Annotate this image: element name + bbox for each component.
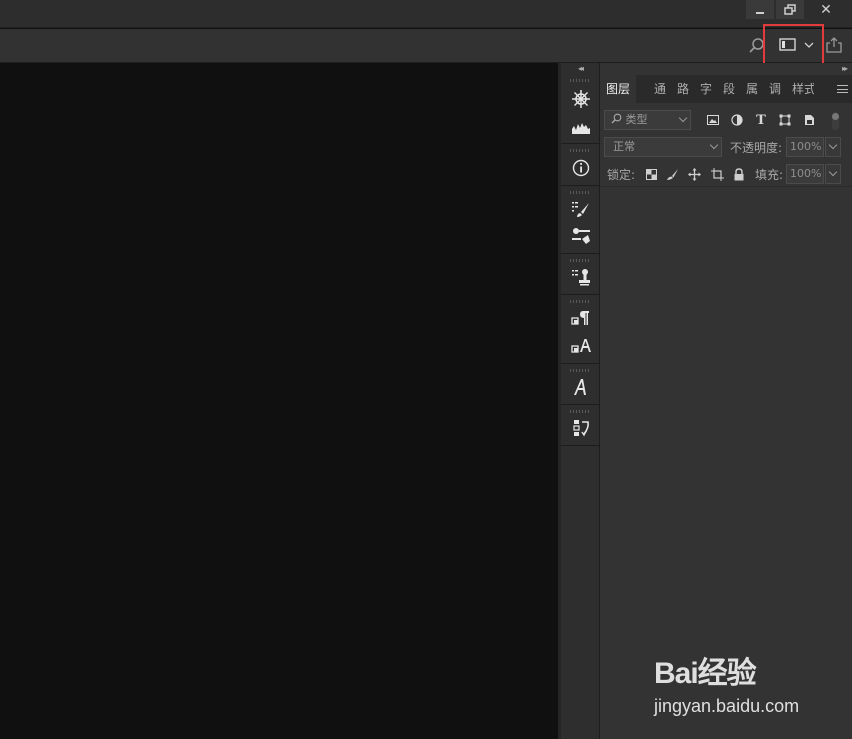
search-icon [611, 113, 622, 124]
tab-styles[interactable]: 样式 [792, 75, 814, 103]
glyphs-icon [574, 379, 586, 395]
adjustment-filter-icon[interactable] [730, 113, 744, 127]
character-styles-button[interactable] [569, 335, 593, 357]
chevron-down-icon [828, 167, 838, 177]
blend-mode-select[interactable]: 正常 [604, 137, 722, 157]
tool-presets-icon [572, 228, 590, 244]
filter-kind-select[interactable]: 类型 [604, 110, 691, 130]
separator [561, 143, 600, 144]
panel-grip[interactable] [570, 259, 590, 262]
info-icon [572, 159, 590, 177]
fill-dropdown[interactable] [825, 164, 841, 184]
clone-source-button[interactable] [569, 266, 593, 288]
tab-layers[interactable]: 图层 [600, 75, 637, 103]
blend-opacity-row: 正常 不透明度: 100% [600, 134, 852, 160]
panel-grip[interactable] [570, 369, 590, 372]
lock-fill-row: 锁定: 填充: 100% [600, 161, 852, 187]
clone-source-icon [572, 269, 590, 286]
layer-filter-row: 类型 T [600, 107, 852, 133]
separator [561, 294, 600, 295]
panel-grip[interactable] [570, 79, 590, 82]
lock-move-icon[interactable] [687, 167, 701, 181]
separator [561, 363, 600, 364]
history-button[interactable] [569, 417, 593, 439]
collapse-left-icon[interactable]: ◂◂ [561, 63, 599, 75]
panel-tabs: 图层 通 路 字 段 属 调 样式 [600, 75, 852, 103]
tab-channels[interactable]: 通 [654, 75, 666, 103]
histogram-icon [572, 123, 590, 134]
panel-grip[interactable] [570, 410, 590, 413]
chevron-down-icon [804, 42, 814, 48]
filter-toggle-switch[interactable] [832, 112, 839, 130]
separator [561, 404, 600, 405]
share-button[interactable] [825, 36, 843, 54]
image-filter-icon[interactable] [706, 113, 720, 127]
minimize-button[interactable] [746, 0, 774, 19]
separator [561, 185, 600, 186]
separator [561, 445, 600, 446]
share-icon [826, 37, 842, 53]
tab-paragraph[interactable]: 段 [723, 75, 735, 103]
chevron-down-icon [828, 140, 838, 150]
blend-mode-value: 正常 [613, 140, 635, 153]
panel-grip[interactable] [570, 149, 590, 152]
watermark-logo: Bai经验 [654, 648, 757, 692]
baidu-jingyan-watermark: Bai经验 jingyan.baidu.com [654, 648, 844, 720]
lock-transparent-icon[interactable] [644, 167, 658, 181]
workspace-panel-icon [779, 38, 796, 51]
history-icon [573, 420, 589, 437]
minimize-icon [756, 11, 764, 14]
opacity-label: 不透明度: [730, 141, 783, 155]
lock-paint-icon[interactable] [665, 167, 679, 181]
chevron-down-icon [709, 140, 719, 150]
close-icon: ✕ [820, 1, 832, 18]
document-canvas[interactable] [0, 63, 558, 739]
title-bar: ✕ [0, 0, 852, 28]
workspace-switcher-button[interactable] [763, 24, 824, 66]
character-styles-icon [571, 339, 591, 353]
restore-icon [784, 3, 796, 15]
collapse-right-icon[interactable]: ▸▸ [600, 63, 852, 75]
photoshop-window: ✕ ◂◂ ▸▸ 图层 通 路 字 段 属 调 样式 类型 T 正常 不透明度: … [0, 0, 852, 739]
tab-adjustments[interactable]: 调 [769, 75, 781, 103]
chevron-down-icon [678, 113, 688, 123]
layers-panel: ▸▸ 图层 通 路 字 段 属 调 样式 类型 T 正常 不透明度: 100% … [600, 63, 852, 739]
options-bar [0, 29, 852, 63]
paragraph-styles-button[interactable] [569, 307, 593, 329]
glyphs-button[interactable] [569, 376, 593, 398]
tab-character[interactable]: 字 [700, 75, 712, 103]
opacity-input[interactable]: 100% [786, 137, 824, 157]
navigator-icon [572, 90, 590, 108]
panel-menu-icon[interactable] [837, 85, 848, 93]
watermark-url: jingyan.baidu.com [654, 696, 800, 716]
restore-button[interactable] [776, 0, 804, 19]
brush-settings-button[interactable] [569, 198, 593, 220]
lock-artboard-icon[interactable] [710, 167, 724, 181]
lock-all-icon[interactable] [732, 167, 746, 181]
tab-properties[interactable]: 属 [746, 75, 758, 103]
tab-paths[interactable]: 路 [677, 75, 689, 103]
histogram-button[interactable] [569, 116, 593, 138]
separator [561, 253, 600, 254]
smart-object-filter-icon[interactable] [802, 113, 816, 127]
watermark-brand: Bai经验 [654, 657, 757, 690]
panel-grip[interactable] [570, 191, 590, 194]
tool-presets-button[interactable] [569, 225, 593, 247]
panel-grip[interactable] [570, 300, 590, 303]
fill-input[interactable]: 100% [786, 164, 824, 184]
paragraph-styles-icon [571, 311, 589, 325]
info-button[interactable] [569, 157, 593, 179]
fill-label: 填充: [755, 168, 784, 182]
lock-label: 锁定: [607, 168, 636, 182]
opacity-dropdown[interactable] [825, 137, 841, 157]
filter-kind-label: 类型 [625, 113, 648, 126]
collapsed-panels-bar: ◂◂ [560, 63, 600, 739]
navigator-button[interactable] [569, 88, 593, 110]
close-button[interactable]: ✕ [806, 0, 846, 19]
shape-filter-icon[interactable] [778, 113, 792, 127]
brush-settings-icon [572, 202, 589, 217]
type-filter-icon[interactable]: T [754, 113, 768, 128]
